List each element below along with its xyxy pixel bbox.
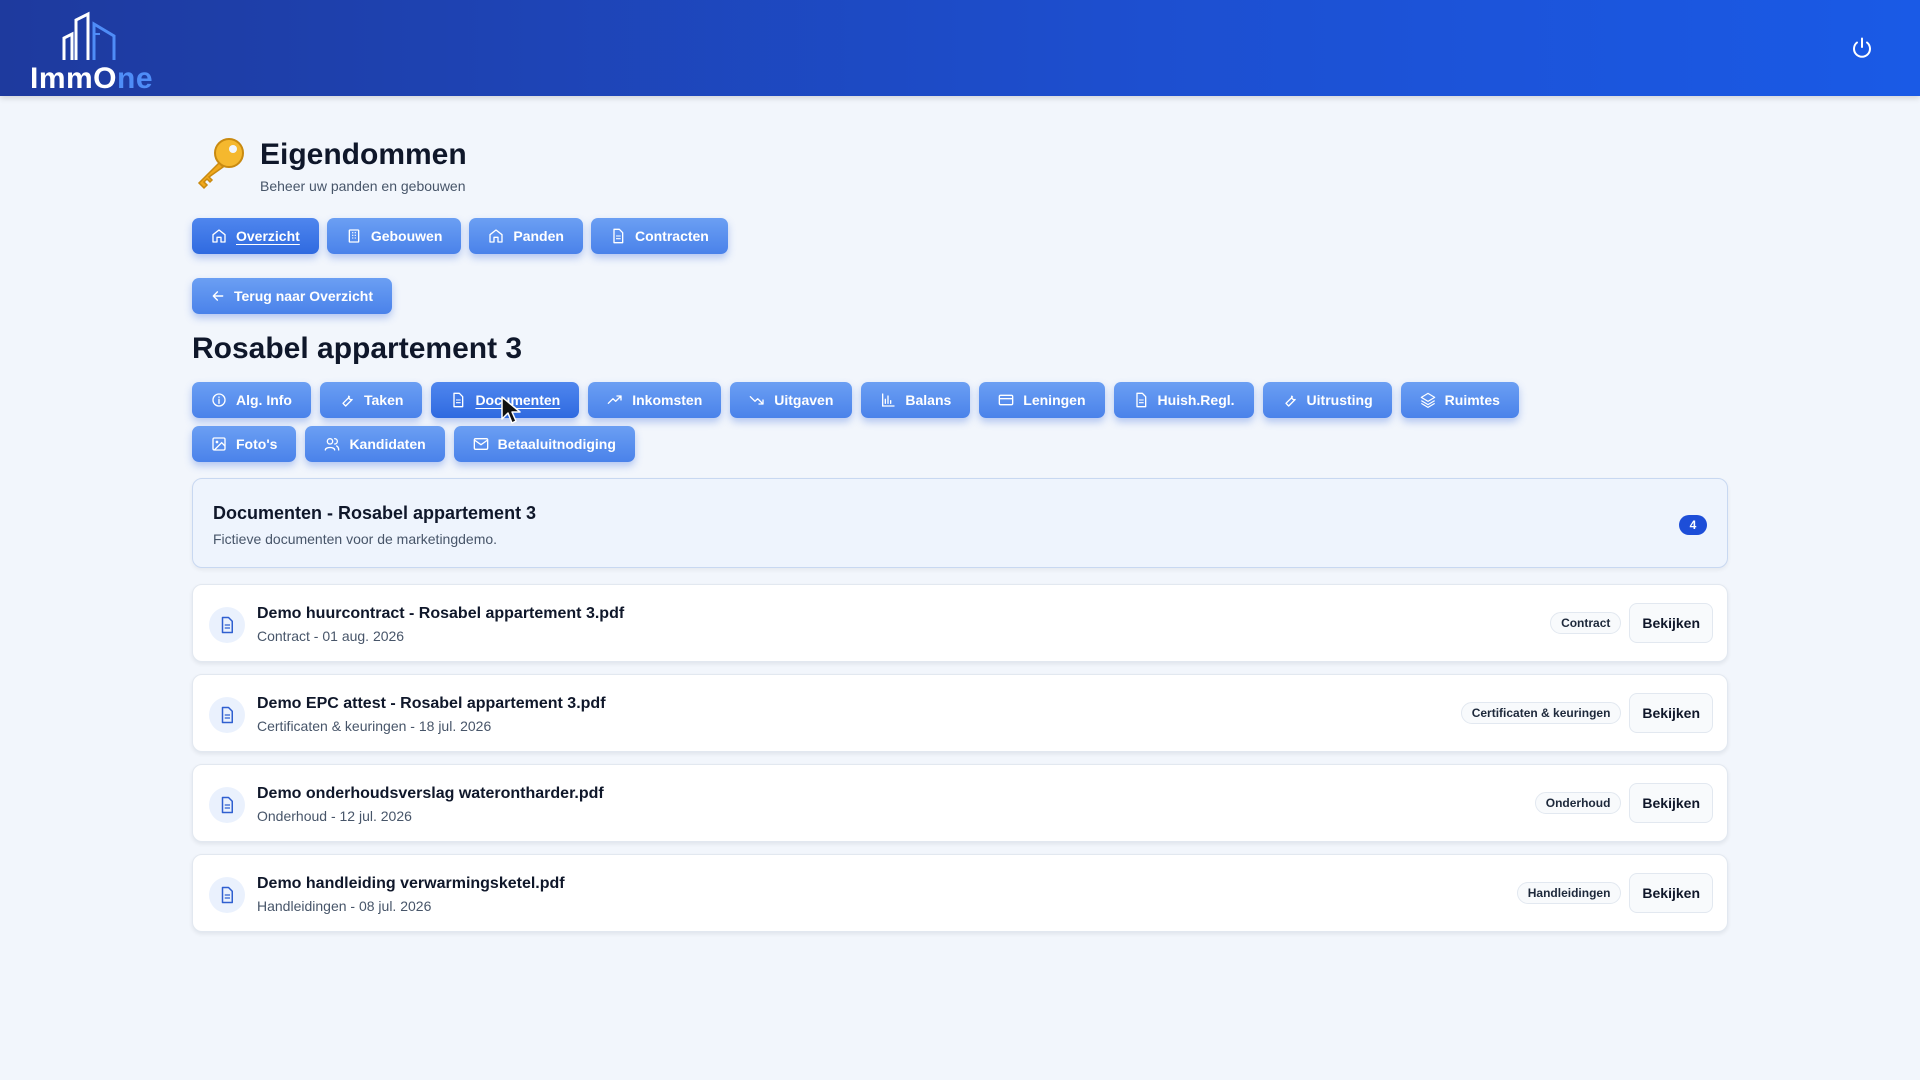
tab-huish-regl[interactable]: Huish.Regl. [1113,382,1254,418]
power-icon [1853,37,1871,58]
key-icon [197,138,244,190]
page-subtitle: Beheer uw panden en gebouwen [260,178,466,194]
documents-list: Demo huurcontract - Rosabel appartement … [192,584,1728,944]
property-tabs: Alg. Info Taken Documenten Inkomsten Uit… [192,382,1612,462]
tab-leningen[interactable]: Leningen [979,382,1105,418]
document-name: Demo EPC attest - Rosabel appartement 3.… [257,695,606,712]
view-button[interactable]: Bekijken [1629,873,1713,913]
property-title: Rosabel appartement 3 [192,332,523,365]
tab-gebouwen[interactable]: Gebouwen [326,218,462,254]
document-icon [613,228,624,244]
document-name: Demo handleiding verwarmingsketel.pdf [257,875,565,892]
file-icon [209,607,245,643]
document-meta: Handleidingen - 08 jul. 2026 [257,898,432,914]
building-icon [348,229,360,243]
users-icon [325,438,340,451]
trending-down-icon [749,396,764,405]
tab-uitgaven[interactable]: Uitgaven [730,382,853,418]
back-to-overview-button[interactable]: Terug naar Overzicht [192,278,393,314]
tab-alg-info[interactable]: Alg. Info [192,382,311,418]
trending-up-icon [607,395,622,404]
category-badge: Onderhoud [1534,792,1622,814]
wrench-icon [1284,395,1296,407]
bar-chart-icon [882,393,896,407]
view-button[interactable]: Bekijken [1629,603,1713,643]
file-icon [209,697,245,733]
mouse-cursor-icon [501,396,521,424]
documents-title: Documenten - Rosabel appartement 3 [213,503,537,523]
document-name: Demo huurcontract - Rosabel appartement … [257,605,625,622]
document-name: Demo onderhoudsverslag waterontharder.pd… [257,785,604,802]
tab-kandidaten[interactable]: Kandidaten [305,426,445,462]
document-row: Demo onderhoudsverslag waterontharder.pd… [192,764,1728,842]
document-row: Demo EPC attest - Rosabel appartement 3.… [192,674,1728,752]
tab-uitrusting[interactable]: Uitrusting [1262,382,1392,418]
documents-count-badge: 4 [1679,515,1707,535]
tab-balans[interactable]: Balans [861,382,971,418]
tab-betaaluitnodiging[interactable]: Betaaluitnodiging [453,426,635,462]
logout-button[interactable] [1848,34,1876,62]
document-icon [453,392,464,408]
document-row: Demo huurcontract - Rosabel appartement … [192,584,1728,662]
wrench-icon [342,395,353,407]
tab-fotos[interactable]: Foto's [192,426,297,462]
category-badge: Handleidingen [1516,882,1622,904]
main-tabs: Overzicht Gebouwen Panden Contracten [192,218,728,254]
tab-overzicht[interactable]: Overzicht [192,218,319,254]
documents-header-card: Documenten - Rosabel appartement 3 Ficti… [192,478,1728,568]
document-meta: Contract - 01 aug. 2026 [257,628,405,644]
page-title: Eigendommen [260,138,467,171]
view-button[interactable]: Bekijken [1629,783,1713,823]
document-row: Demo handleiding verwarmingsketel.pdf Ha… [192,854,1728,932]
mail-icon [473,438,489,450]
document-icon [1135,392,1146,408]
home-icon [489,229,504,243]
logo[interactable]: ImmOne [30,10,160,95]
arrow-left-icon [212,291,224,301]
credit-card-icon [998,394,1014,406]
tab-panden[interactable]: Panden [469,218,583,254]
home-icon [212,229,226,243]
tab-ruimtes[interactable]: Ruimtes [1400,382,1519,418]
top-bar: ImmOne [0,0,1920,96]
view-button[interactable]: Bekijken [1629,693,1713,733]
image-icon [212,437,226,451]
building-logo-icon [62,11,116,60]
category-badge: Certificaten & keuringen [1460,702,1622,724]
document-meta: Onderhoud - 12 jul. 2026 [257,808,412,824]
logo-text: ImmOne [30,62,154,95]
tab-contracten[interactable]: Contracten [590,218,728,254]
document-meta: Certificaten & keuringen - 18 jul. 2026 [257,718,492,734]
tab-taken[interactable]: Taken [320,382,423,418]
layers-icon [1420,392,1435,408]
page-header: Eigendommen Beheer uw panden en gebouwen [192,134,467,194]
category-badge: Contract [1550,612,1622,634]
info-icon [212,393,226,407]
tab-inkomsten[interactable]: Inkomsten [588,382,722,418]
file-icon [209,787,245,823]
file-icon [209,877,245,913]
documents-subtitle: Fictieve documenten voor de marketingdem… [213,531,498,547]
